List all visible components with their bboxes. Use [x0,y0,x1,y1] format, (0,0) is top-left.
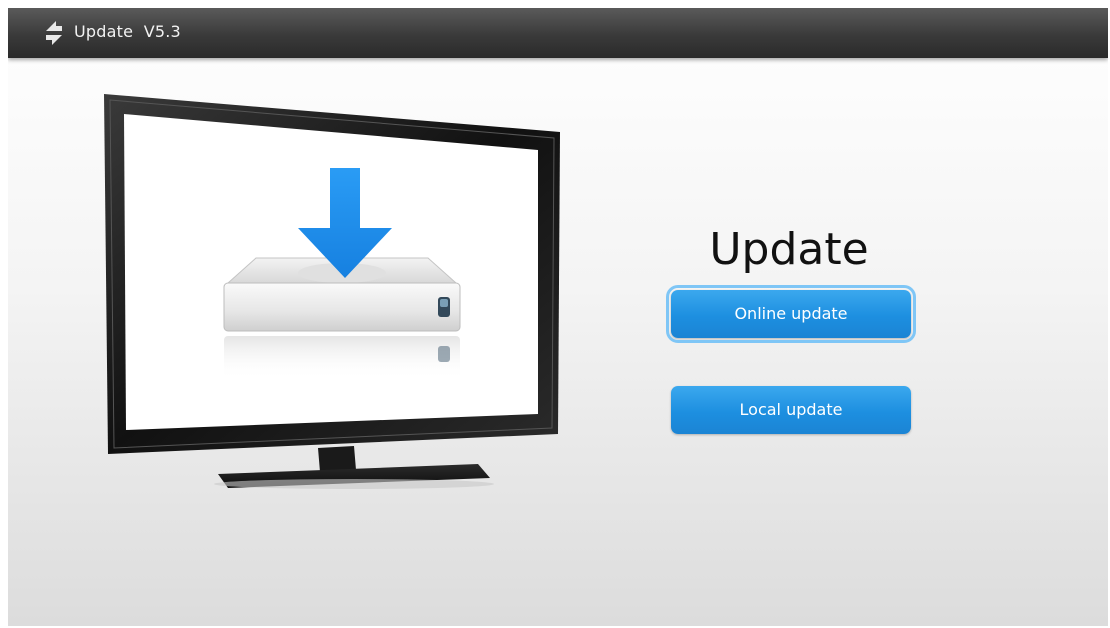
local-update-button[interactable]: Local update [671,386,911,434]
update-app-screen: Update V5.3 Update Online update Local u… [8,8,1108,626]
sync-arrows-icon [46,21,62,45]
title-bar: Update V5.3 [8,8,1108,58]
update-heading: Update [709,224,869,275]
app-title: Update V5.3 [74,22,181,41]
tv-download-drive-icon [104,94,560,489]
online-update-button[interactable]: Online update [666,285,916,343]
